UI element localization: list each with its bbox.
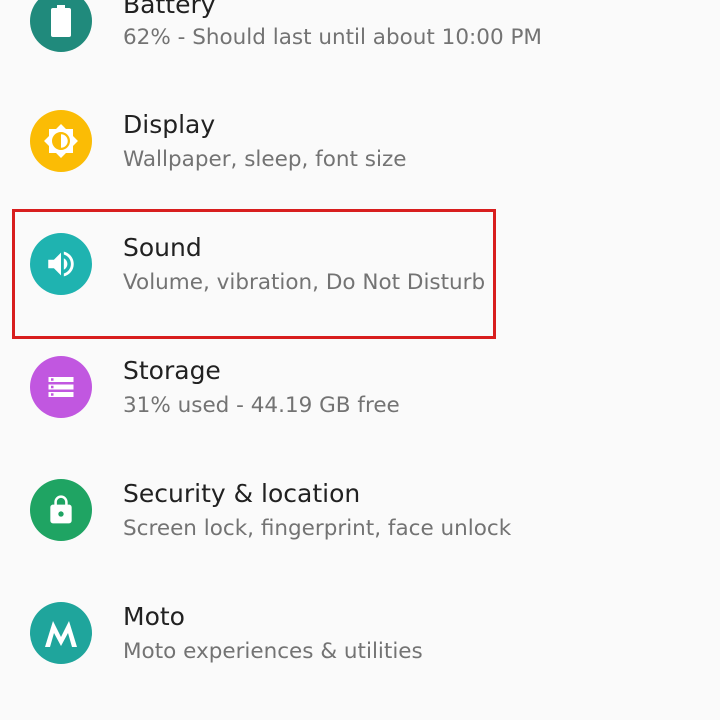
- volume-icon: [48, 251, 74, 277]
- settings-item-battery[interactable]: Battery 62% - Should last until about 10…: [0, 0, 720, 63]
- security-icon-circle: [30, 479, 92, 541]
- settings-item-title: Storage: [123, 356, 221, 385]
- settings-item-security[interactable]: Security & location Screen lock, fingerp…: [0, 449, 720, 572]
- settings-item-subtitle: Volume, vibration, Do Not Disturb: [123, 270, 486, 295]
- settings-item-subtitle: 31% used - 44.19 GB free: [123, 393, 400, 418]
- lock-icon: [50, 495, 72, 524]
- settings-item-subtitle: 62% - Should last until about 10:00 PM: [123, 25, 542, 50]
- sound-icon-circle: [30, 233, 92, 295]
- settings-item-subtitle: Moto experiences & utilities: [123, 639, 423, 664]
- settings-item-title: Security & location: [123, 479, 361, 508]
- settings-item-title: Sound: [123, 233, 202, 262]
- storage-icon-circle: [30, 356, 92, 418]
- storage-icon: [48, 377, 74, 397]
- settings-item-moto[interactable]: Moto Moto experiences & utilities: [0, 572, 720, 695]
- battery-icon: [51, 5, 71, 37]
- settings-item-storage[interactable]: Storage 31% used - 44.19 GB free: [0, 326, 720, 449]
- battery-icon-circle: [30, 0, 92, 52]
- settings-item-subtitle: Screen lock, fingerprint, face unlock: [123, 516, 512, 541]
- moto-logo-icon: [45, 621, 77, 647]
- settings-item-title: Display: [123, 110, 216, 139]
- settings-item-display[interactable]: Display Wallpaper, sleep, font size: [0, 80, 720, 203]
- moto-icon-circle: [30, 602, 92, 664]
- settings-list: Battery 62% - Should last until about 10…: [0, 0, 720, 720]
- settings-item-sound[interactable]: Sound Volume, vibration, Do Not Disturb: [0, 203, 720, 326]
- settings-item-title: Moto: [123, 602, 185, 631]
- display-icon-circle: [30, 110, 92, 172]
- settings-item-subtitle: Wallpaper, sleep, font size: [123, 147, 407, 172]
- settings-item-title: Battery: [123, 0, 216, 19]
- brightness-icon: [44, 124, 78, 158]
